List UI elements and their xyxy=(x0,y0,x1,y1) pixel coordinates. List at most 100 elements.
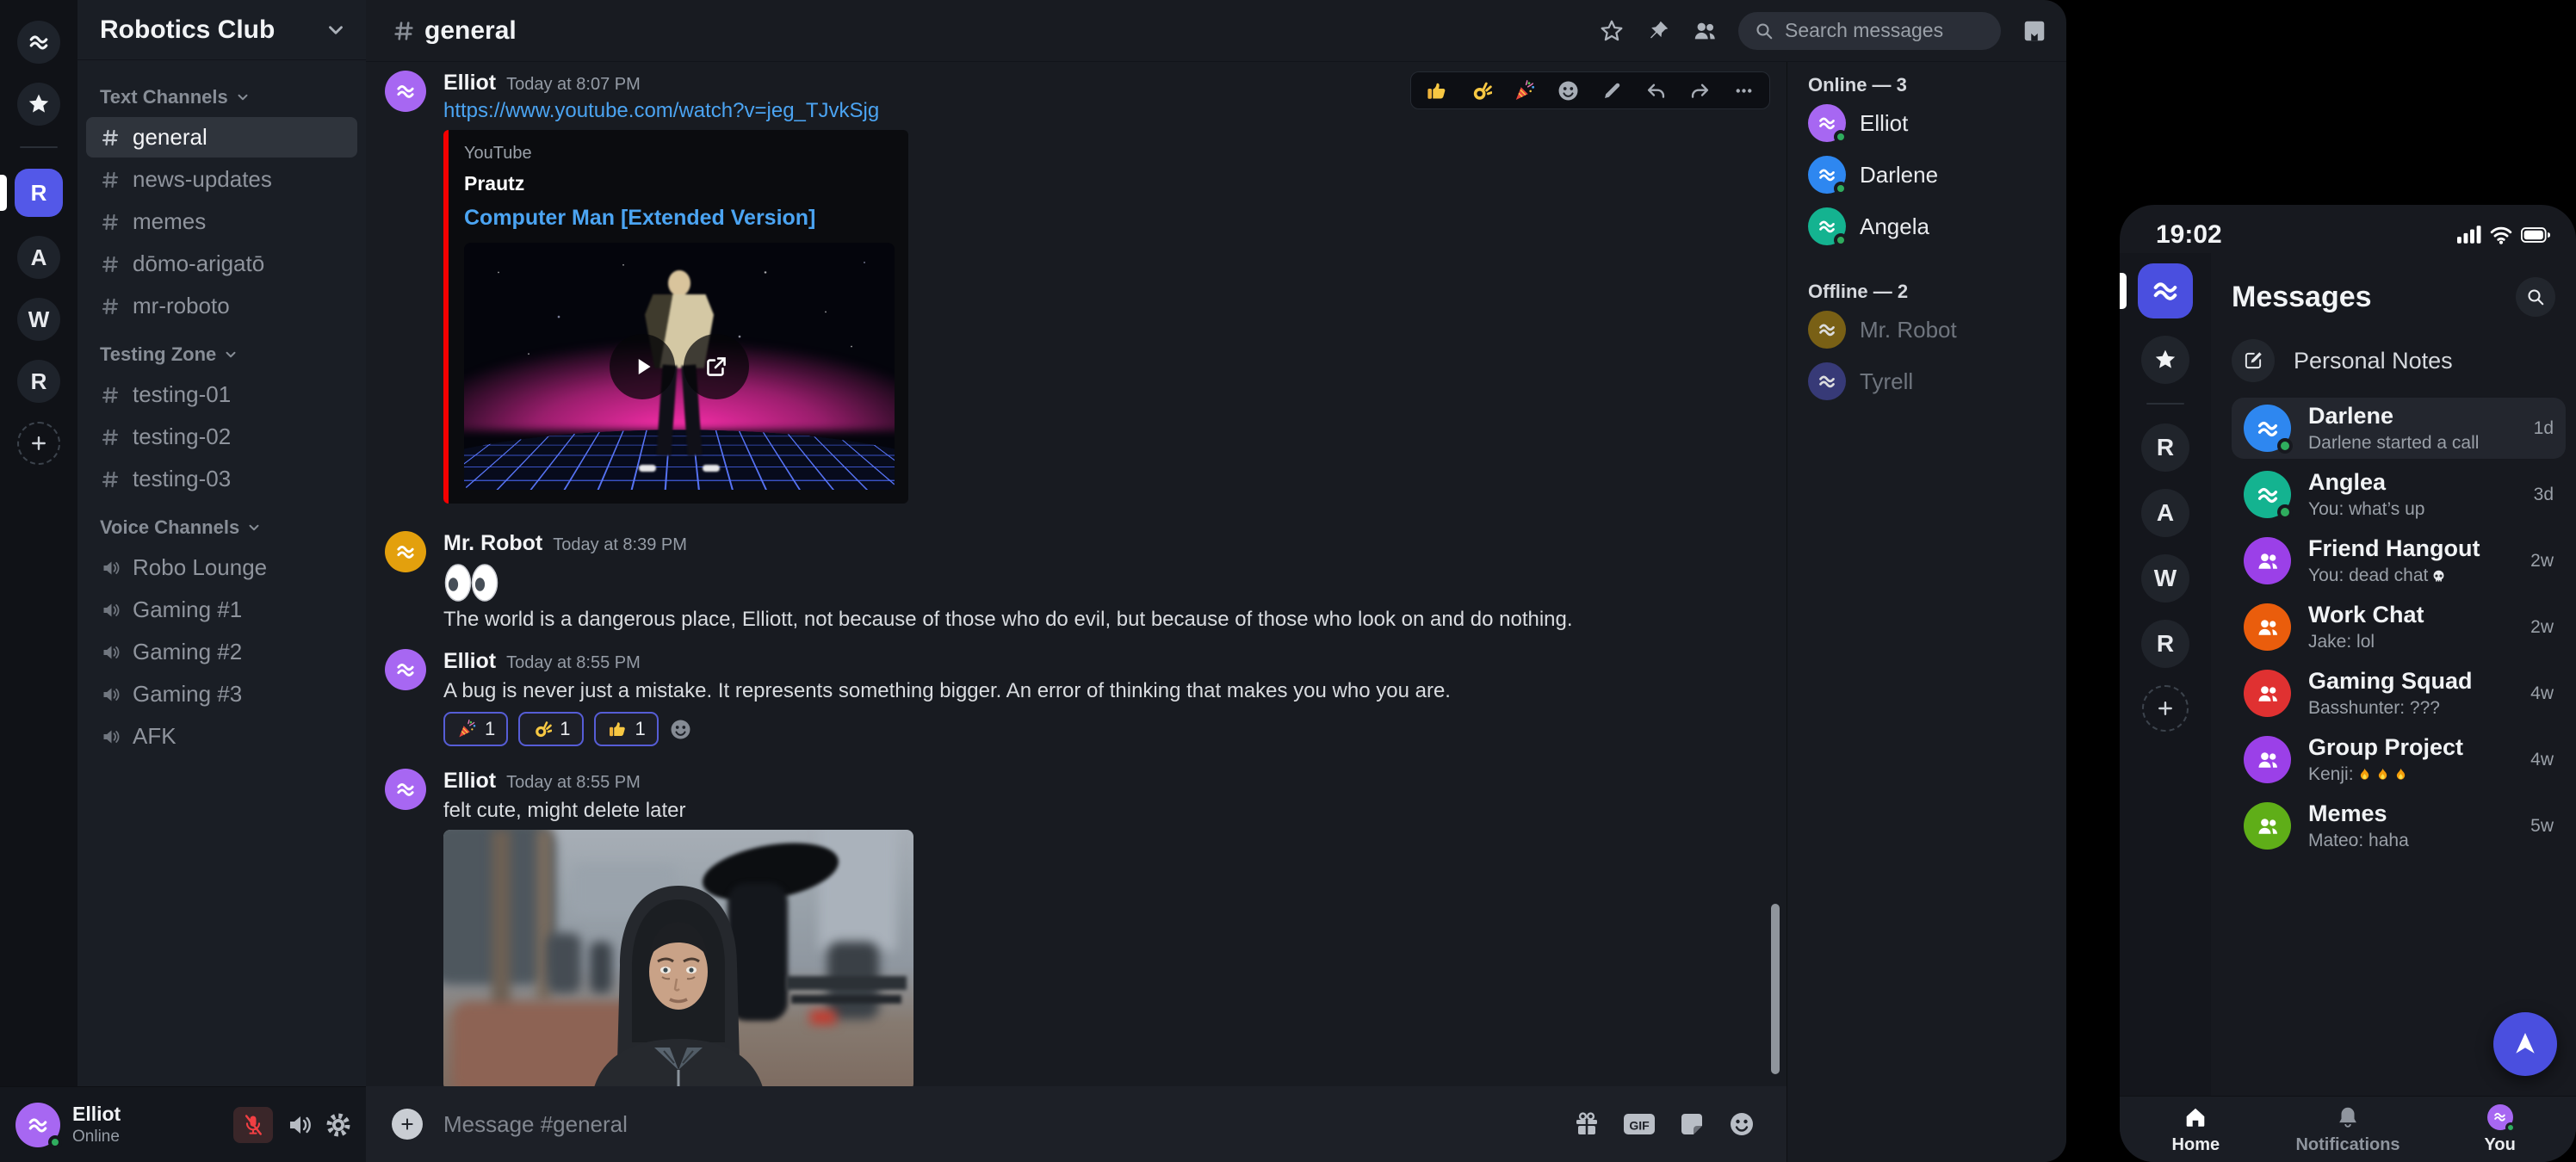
sidebar-channel-testing-03[interactable]: testing-03 xyxy=(86,459,357,499)
sidebar-channel-d-mo-arigat-[interactable]: dōmo-arigatō xyxy=(86,244,357,284)
avatar[interactable] xyxy=(385,71,426,112)
add-reaction-button[interactable] xyxy=(1557,79,1580,102)
nav-tab-you[interactable]: You xyxy=(2424,1104,2576,1155)
scrollbar-thumb[interactable] xyxy=(1771,904,1780,1074)
server-dropdown[interactable]: Robotics Club xyxy=(77,0,366,60)
conversation-darlene[interactable]: DarleneDarlene started a call1d xyxy=(2232,398,2566,459)
channel-section-header[interactable]: Text Channels xyxy=(77,71,366,115)
sidebar-channel-general[interactable]: general xyxy=(86,117,357,158)
group-icon xyxy=(2256,549,2280,573)
message: Elliot Today at 8:55 PM felt cute, might… xyxy=(385,769,1764,1086)
compose-fab[interactable] xyxy=(2493,1012,2557,1076)
sidebar-channel-news-updates[interactable]: news-updates xyxy=(86,159,357,200)
member-tyrell[interactable]: Tyrell xyxy=(1808,356,2046,406)
channel-section-header[interactable]: Testing Zone xyxy=(77,328,366,373)
conversation-group-project[interactable]: Group ProjectKenji:4w xyxy=(2232,729,2566,790)
reaction-party-popper[interactable]: 1 xyxy=(443,712,508,746)
server-button[interactable]: W xyxy=(2141,554,2189,603)
favourites-button[interactable] xyxy=(17,83,60,126)
server-button[interactable]: A xyxy=(17,236,60,279)
message-timestamp: Today at 8:39 PM xyxy=(553,535,687,555)
attached-photo[interactable] xyxy=(443,830,913,1086)
embed-title[interactable]: Computer Man [Extended Version] xyxy=(464,206,893,231)
search-input[interactable]: Search messages xyxy=(1738,12,2001,50)
toggle-panel-button[interactable] xyxy=(2022,18,2047,44)
search-button[interactable] xyxy=(2516,277,2555,317)
avatar[interactable] xyxy=(15,1103,60,1147)
server-button[interactable]: R xyxy=(15,169,63,217)
reaction-thumbs-up[interactable]: 1 xyxy=(594,712,659,746)
server-button[interactable]: A xyxy=(2141,489,2189,537)
sidebar-channel-gaming-2[interactable]: Gaming #2 xyxy=(86,632,357,672)
deafen-button[interactable] xyxy=(285,1111,313,1139)
message-author[interactable]: Elliot xyxy=(443,769,496,794)
sidebar-channel-testing-01[interactable]: testing-01 xyxy=(86,374,357,415)
play-button[interactable] xyxy=(610,334,675,399)
message-input[interactable]: Message #general xyxy=(443,1111,1573,1138)
pinned-messages-button[interactable] xyxy=(1645,18,1671,44)
favourite-star-button[interactable] xyxy=(1599,18,1625,44)
rail-divider xyxy=(2146,403,2184,405)
conversation-memes[interactable]: MemesMateo: haha5w xyxy=(2232,795,2566,856)
message-author[interactable]: Elliot xyxy=(443,649,496,674)
gif-button[interactable]: GIF xyxy=(1623,1110,1656,1138)
personal-notes-item[interactable]: Personal Notes xyxy=(2232,339,2566,382)
emoji-button[interactable] xyxy=(1728,1110,1756,1138)
avatar[interactable] xyxy=(385,531,426,572)
party-quick-react[interactable] xyxy=(1513,79,1536,102)
members-toggle-button[interactable] xyxy=(1692,18,1718,44)
video-thumbnail xyxy=(464,243,895,490)
open-external-button[interactable] xyxy=(684,334,749,399)
server-button[interactable]: R xyxy=(2141,620,2189,668)
add-server-button[interactable] xyxy=(2142,685,2189,732)
member-mr-robot[interactable]: Mr. Robot xyxy=(1808,305,2046,355)
message-author[interactable]: Elliot xyxy=(443,71,496,96)
microphone-muted-button[interactable] xyxy=(233,1107,273,1143)
channel-section-header[interactable]: Voice Channels xyxy=(77,501,366,546)
conversation-timestamp: 5w xyxy=(2530,816,2554,837)
sidebar-channel-memes[interactable]: memes xyxy=(86,201,357,242)
phone-server-rail: RAWR xyxy=(2120,253,2211,1162)
app-logo-button[interactable] xyxy=(2138,263,2193,318)
chevron-down-icon[interactable] xyxy=(325,19,347,41)
embed-author[interactable]: Prautz xyxy=(464,172,893,195)
member-elliot[interactable]: Elliot xyxy=(1808,98,2046,148)
gift-button[interactable] xyxy=(1573,1110,1601,1138)
conversation-gaming-squad[interactable]: Gaming SquadBasshunter: ???4w xyxy=(2232,663,2566,724)
reply-button[interactable] xyxy=(1644,79,1668,102)
forward-button[interactable] xyxy=(1688,79,1712,102)
attach-file-button[interactable] xyxy=(392,1109,423,1140)
sidebar-channel-testing-02[interactable]: testing-02 xyxy=(86,417,357,457)
sidebar-channel-mr-roboto[interactable]: mr-roboto xyxy=(86,286,357,326)
edit-message-button[interactable] xyxy=(1601,79,1624,102)
ok-hand-quick-react[interactable] xyxy=(1469,79,1492,102)
sidebar-channel-afk[interactable]: AFK xyxy=(86,716,357,757)
server-button[interactable]: R xyxy=(17,360,60,403)
reaction-ok-hand[interactable]: 1 xyxy=(518,712,583,746)
server-button[interactable]: R xyxy=(2141,423,2189,472)
sidebar-channel-robo-lounge[interactable]: Robo Lounge xyxy=(86,547,357,588)
add-server-button[interactable] xyxy=(17,422,60,465)
server-button[interactable]: W xyxy=(17,298,60,341)
sidebar-channel-gaming-1[interactable]: Gaming #1 xyxy=(86,590,357,630)
avatar[interactable] xyxy=(385,769,426,810)
nav-tab-home[interactable]: Home xyxy=(2120,1104,2272,1155)
conversation-work-chat[interactable]: Work ChatJake: lol2w xyxy=(2232,596,2566,658)
message-author[interactable]: Mr. Robot xyxy=(443,531,542,556)
conversation-friend-hangout[interactable]: Friend HangoutYou: dead chat2w xyxy=(2232,530,2566,591)
more-options-button[interactable] xyxy=(1732,79,1756,102)
nav-tab-notifications[interactable]: Notifications xyxy=(2272,1104,2424,1155)
settings-gear-button[interactable] xyxy=(325,1111,352,1139)
member-darlene[interactable]: Darlene xyxy=(1808,150,2046,200)
member-angela[interactable]: Angela xyxy=(1808,201,2046,251)
add-reaction-button[interactable] xyxy=(669,718,692,741)
avatar[interactable] xyxy=(385,649,426,690)
thumbs-up-quick-react[interactable] xyxy=(1425,79,1448,102)
app-logo-button[interactable] xyxy=(17,21,60,64)
favourites-button[interactable] xyxy=(2141,336,2189,384)
sidebar-channel-gaming-3[interactable]: Gaming #3 xyxy=(86,674,357,714)
conversation-anglea[interactable]: AngleaYou: what’s up3d xyxy=(2232,464,2566,525)
sticker-button[interactable] xyxy=(1678,1110,1706,1138)
group-icon xyxy=(2256,615,2280,640)
youtube-link[interactable]: https://www.youtube.com/watch?v=jeg_TJvk… xyxy=(443,99,908,123)
